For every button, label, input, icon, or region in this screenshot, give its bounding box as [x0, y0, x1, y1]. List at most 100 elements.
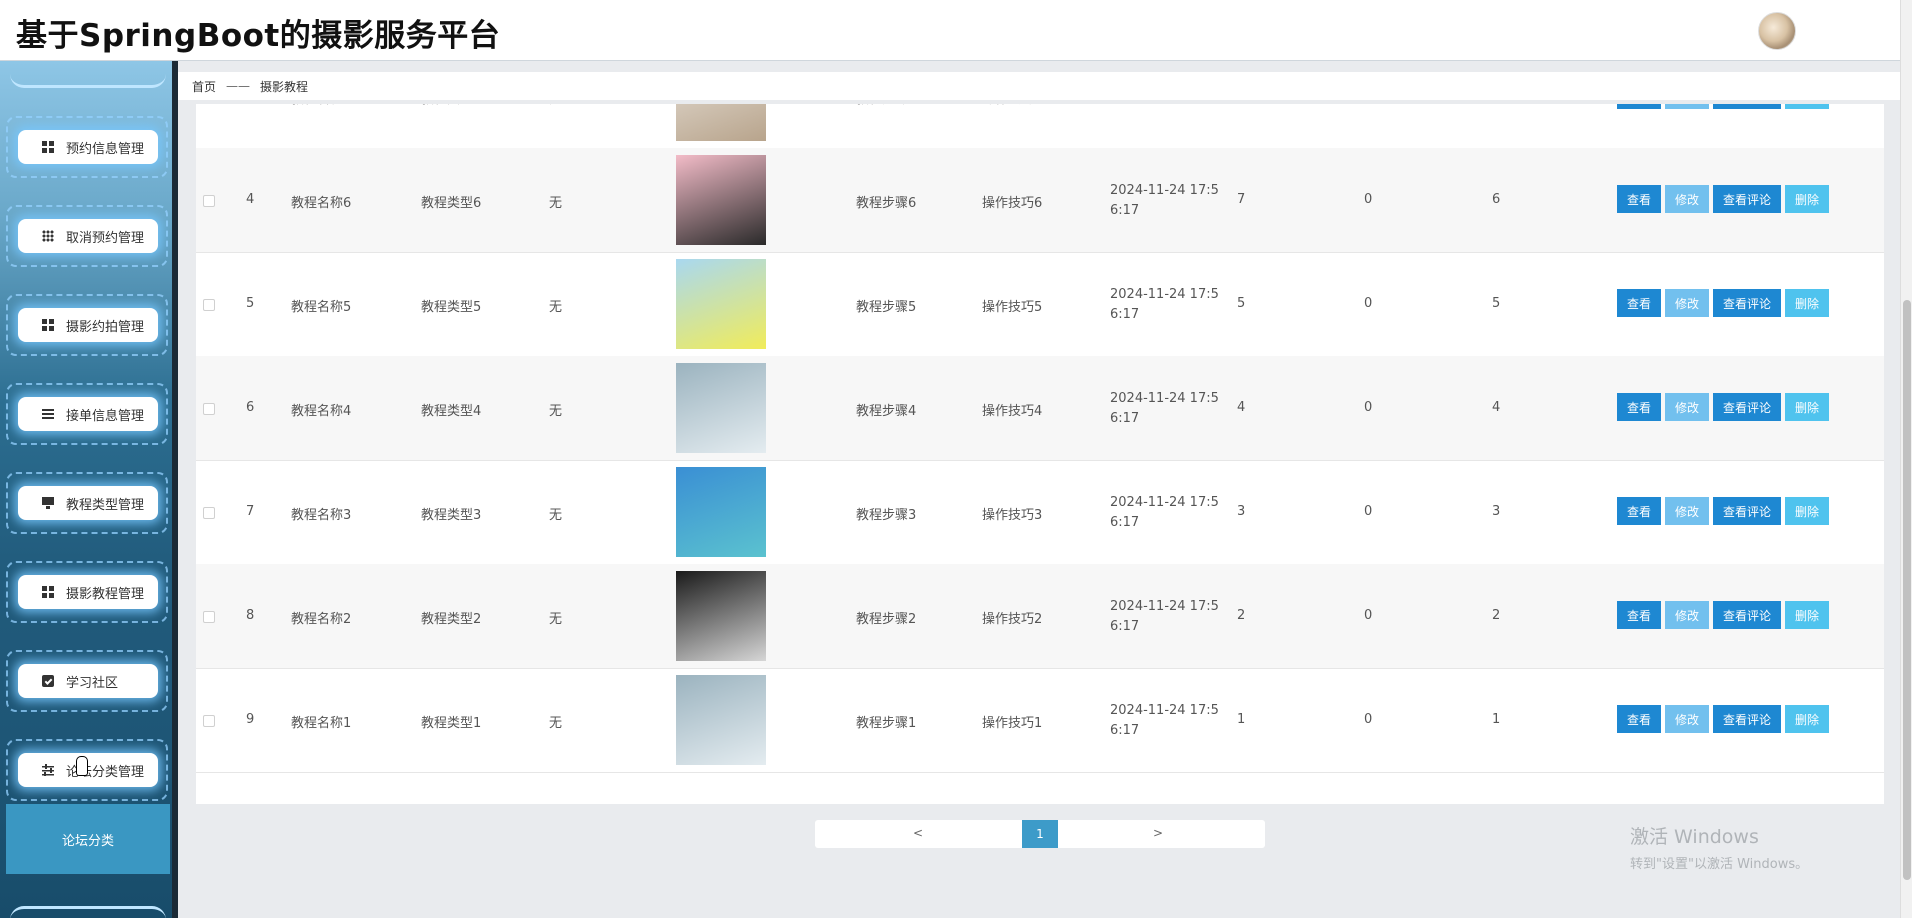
sidebar-item-label: 取消预约管理 — [66, 230, 145, 246]
pagination-next[interactable]: > — [1153, 826, 1163, 840]
pagination-page-current[interactable]: 1 — [1022, 820, 1058, 848]
cell-name: 教程名称6 — [291, 196, 352, 211]
sidebar-item-tutorial-type[interactable]: 教程类型管理 — [6, 472, 168, 534]
cell-extra: 无 — [549, 196, 563, 211]
edit-button[interactable]: 修改 — [1665, 705, 1709, 733]
tutorial-thumbnail — [676, 675, 766, 765]
view-button[interactable]: 查看 — [1617, 185, 1661, 213]
cell-value-2: 0 — [1364, 192, 1373, 207]
row-checkbox[interactable] — [203, 715, 215, 727]
edit-button[interactable]: 修改 — [1665, 497, 1709, 525]
view-button[interactable]: 查看 — [1617, 497, 1661, 525]
row-checkbox[interactable] — [203, 299, 215, 311]
table-row: 3教程名称7教程类型7无教程步骤7操作技巧77707查看修改查看评论删除 — [196, 104, 1884, 149]
row-checkbox[interactable] — [203, 195, 215, 207]
cell-name: 教程名称4 — [291, 404, 352, 419]
grid-icon — [42, 141, 54, 153]
edit-button[interactable]: 修改 — [1665, 104, 1709, 109]
cell-created-time: 2024-11-24 17:56:17 — [1110, 391, 1219, 426]
sidebar-item-learning-community[interactable]: 学习社区 — [6, 650, 168, 712]
cell-value-3: 1 — [1492, 712, 1501, 727]
sidebar-item-appointment-info[interactable]: 预约信息管理 — [6, 116, 168, 178]
cell-tips: 操作技巧3 — [982, 508, 1043, 523]
cell-index: 5 — [246, 296, 255, 311]
sidebar-partial-item — [10, 65, 166, 88]
table-row: 4 教程名称6 教程类型6 无 教程步骤6 操作技巧6 2024-11-24 17:56:1… — [196, 148, 1884, 253]
edit-button[interactable]: 修改 — [1665, 185, 1709, 213]
cell-name: 教程名称5 — [291, 300, 352, 315]
cell-extra: 无 — [549, 716, 563, 731]
view-comments-button[interactable]: 查看评论 — [1713, 289, 1781, 317]
cell-created-time: 2024-11-24 17:56:17 — [1110, 287, 1219, 322]
cell-type: 教程类型1 — [421, 716, 482, 731]
sidebar-item-cancel-appointment[interactable]: 取消预约管理 — [6, 205, 168, 267]
delete-button[interactable]: 删除 — [1785, 705, 1829, 733]
breadcrumb-home[interactable]: 首页 — [192, 78, 216, 95]
tutorial-thumbnail — [676, 363, 766, 453]
view-comments-button[interactable]: 查看评论 — [1713, 497, 1781, 525]
delete-button[interactable]: 删除 — [1785, 289, 1829, 317]
view-comments-button[interactable]: 查看评论 — [1713, 104, 1781, 109]
cell-type: 教程类型2 — [421, 612, 482, 627]
edit-button[interactable]: 修改 — [1665, 289, 1709, 317]
pagination-prev[interactable]: < — [913, 826, 923, 840]
edit-button[interactable]: 修改 — [1665, 393, 1709, 421]
view-button[interactable]: 查看 — [1617, 289, 1661, 317]
view-comments-button[interactable]: 查看评论 — [1713, 393, 1781, 421]
cell-steps: 教程步骤4 — [856, 404, 917, 419]
delete-button[interactable]: 删除 — [1785, 497, 1829, 525]
table-row: 7 教程名称3 教程类型3 无 教程步骤3 操作技巧3 2024-11-24 17:56:1… — [196, 460, 1884, 565]
cell-steps: 教程步骤1 — [856, 716, 917, 731]
pagination: < 1 > — [815, 820, 1265, 848]
table-row: 8 教程名称2 教程类型2 无 教程步骤2 操作技巧2 2024-11-24 17:56:1… — [196, 564, 1884, 669]
cell-index: 4 — [246, 192, 255, 207]
view-button[interactable]: 查看 — [1617, 104, 1661, 109]
row-checkbox[interactable] — [203, 507, 215, 519]
view-comments-button[interactable]: 查看评论 — [1713, 601, 1781, 629]
view-comments-button[interactable]: 查看评论 — [1713, 705, 1781, 733]
cell-index: 7 — [246, 504, 255, 519]
row-checkbox[interactable] — [203, 611, 215, 623]
monitor-icon — [42, 497, 54, 509]
cell-extra: 无 — [549, 404, 563, 419]
tutorial-thumbnail — [676, 259, 766, 349]
sliders-icon — [42, 764, 54, 776]
delete-button[interactable]: 删除 — [1785, 393, 1829, 421]
tutorial-thumbnail — [676, 104, 766, 141]
page-scrollbar[interactable] — [1900, 0, 1912, 918]
grid-icon — [42, 586, 54, 598]
sidebar-item-label: 预约信息管理 — [66, 141, 145, 157]
view-button[interactable]: 查看 — [1617, 705, 1661, 733]
cell-extra: 无 — [549, 104, 562, 107]
breadcrumb-current: 摄影教程 — [260, 79, 309, 94]
sidebar-item-label: 教程类型管理 — [66, 497, 145, 513]
tutorial-thumbnail — [676, 467, 766, 557]
windows-watermark: 激活 Windows 转到"设置"以激活 Windows。 — [1630, 822, 1808, 872]
delete-button[interactable]: 删除 — [1785, 104, 1829, 109]
cell-tips: 操作技巧1 — [982, 716, 1043, 731]
sidebar-item-photo-booking[interactable]: 摄影约拍管理 — [6, 294, 168, 356]
view-button[interactable]: 查看 — [1617, 601, 1661, 629]
cell-name: 教程名称1 — [291, 716, 352, 731]
view-comments-button[interactable]: 查看评论 — [1713, 185, 1781, 213]
cell-value-2: 0 — [1364, 504, 1373, 519]
delete-button[interactable]: 删除 — [1785, 601, 1829, 629]
tutorial-table: 3教程名称7教程类型7无教程步骤7操作技巧77707查看修改查看评论删除 4 教程名… — [196, 104, 1884, 804]
cell-value-1: 4 — [1237, 400, 1246, 415]
cell-value-3: 2 — [1492, 608, 1501, 623]
cell-steps: 教程步骤3 — [856, 508, 917, 523]
page-scrollbar-thumb[interactable] — [1903, 300, 1911, 880]
sidebar-subitem-forum-category[interactable]: 论坛分类 — [6, 804, 170, 874]
sidebar-item-label: 摄影教程管理 — [66, 586, 145, 602]
delete-button[interactable]: 删除 — [1785, 185, 1829, 213]
sidebar-edge — [172, 61, 178, 918]
sidebar-item-photo-tutorial[interactable]: 摄影教程管理 — [6, 561, 168, 623]
table-row: 9 教程名称1 教程类型1 无 教程步骤1 操作技巧1 2024-11-24 17:56:1… — [196, 668, 1884, 773]
edit-button[interactable]: 修改 — [1665, 601, 1709, 629]
sidebar-item-order-info[interactable]: 接单信息管理 — [6, 383, 168, 445]
row-checkbox[interactable] — [203, 403, 215, 415]
avatar[interactable] — [1758, 12, 1796, 50]
view-button[interactable]: 查看 — [1617, 393, 1661, 421]
cell-created-time: 2024-11-24 17:56:17 — [1110, 495, 1219, 530]
breadcrumb-separator: —— — [226, 79, 251, 93]
